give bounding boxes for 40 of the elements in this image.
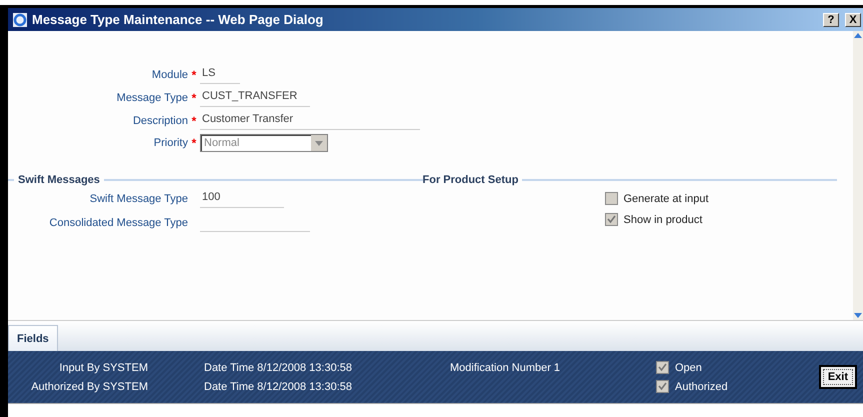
- exit-button[interactable]: Exit: [818, 365, 857, 389]
- required-mark: *: [190, 136, 198, 150]
- audit-text: Authorized By SYSTEM: [30, 380, 148, 392]
- audit-text: Modification Number 1: [450, 362, 562, 374]
- required-mark: *: [190, 90, 198, 104]
- window-title: Message Type Maintenance -- Web Page Dialog: [32, 12, 324, 27]
- checkbox[interactable]: [604, 192, 618, 205]
- check-icon: [606, 215, 616, 224]
- checkbox[interactable]: [656, 380, 669, 393]
- checkbox-label: Open: [675, 362, 702, 374]
- browser-icon: [12, 12, 28, 28]
- text-field[interactable]: LS: [200, 65, 240, 84]
- priority-dropdown[interactable]: Normal: [200, 134, 328, 152]
- checkbox-label: Generate at input: [624, 192, 709, 204]
- field-label: Description: [132, 114, 188, 126]
- field-label: Swift Message Type: [88, 192, 188, 204]
- audit-text: Input By SYSTEM: [58, 362, 148, 374]
- text-field[interactable]: 100: [200, 189, 284, 208]
- checkbox[interactable]: [656, 361, 669, 374]
- checkbox[interactable]: [604, 213, 618, 226]
- field-label: Consolidated Message Type: [48, 216, 188, 228]
- required-mark: *: [190, 68, 198, 82]
- checkbox-label: Authorized: [675, 380, 728, 392]
- help-button[interactable]: ?: [823, 12, 839, 26]
- audit-text: Date Time 8/12/2008 13:30:58: [204, 362, 353, 374]
- required-mark: *: [190, 114, 198, 128]
- field-label: Message Type: [116, 92, 188, 104]
- section-title: For Product Setup: [422, 174, 518, 186]
- field-label: Module: [150, 68, 188, 80]
- scrollbar[interactable]: [853, 31, 863, 320]
- tab[interactable]: Fields: [8, 325, 58, 351]
- close-button[interactable]: X: [845, 12, 861, 26]
- section-title: Swift Messages: [18, 174, 100, 186]
- field-label: Priority: [152, 137, 188, 149]
- text-field[interactable]: Customer Transfer: [200, 111, 420, 130]
- check-icon: [658, 382, 667, 391]
- audit-text: Date Time 8/12/2008 13:30:58: [204, 380, 353, 392]
- text-field[interactable]: CUST_TRANSFER: [200, 88, 310, 107]
- checkbox-label: Show in product: [624, 214, 702, 226]
- check-icon: [658, 363, 667, 372]
